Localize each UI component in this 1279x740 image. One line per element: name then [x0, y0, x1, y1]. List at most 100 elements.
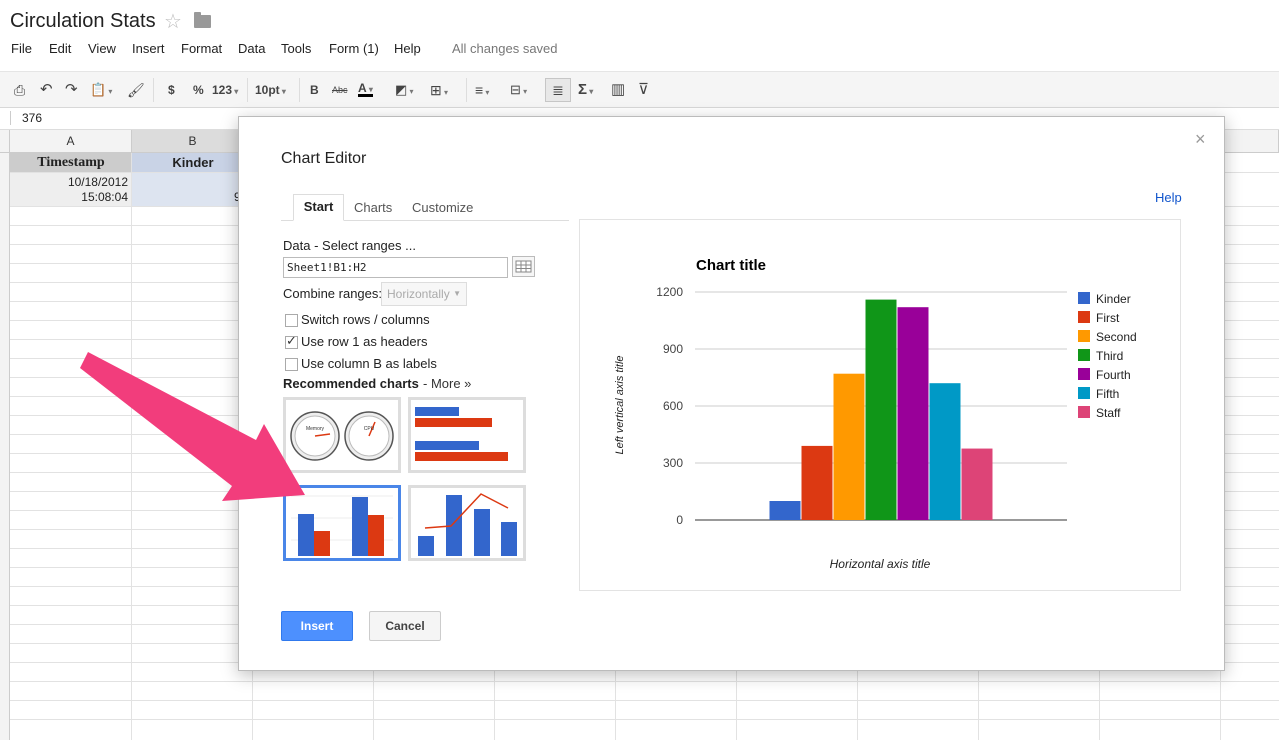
wrap-text-icon[interactable]: ≣: [545, 78, 571, 102]
chart-title: Chart title: [696, 257, 766, 274]
y-tick-label: 900: [663, 342, 683, 356]
data-label: Data - Select ranges ...: [283, 238, 416, 253]
menu-view[interactable]: View: [88, 41, 116, 56]
more-charts-link[interactable]: - More »: [423, 376, 471, 391]
bar-chart-thumbnail[interactable]: [408, 397, 526, 473]
column-chart-thumbnail[interactable]: [283, 485, 401, 561]
number-format-button[interactable]: 123: [212, 81, 238, 99]
menu-file[interactable]: File: [11, 41, 32, 56]
fill-color-icon[interactable]: ◩: [395, 81, 414, 99]
menu-format[interactable]: Format: [181, 41, 222, 56]
data-label-text: Data: [283, 238, 311, 253]
close-icon[interactable]: ×: [1195, 129, 1206, 150]
bold-button[interactable]: B: [310, 81, 319, 99]
toolbar-divider: [153, 78, 154, 102]
toolbar-divider: [466, 78, 467, 102]
align-icon[interactable]: ≡: [475, 81, 489, 99]
y-axis-title: Left vertical axis title: [614, 355, 626, 454]
bar-fourth: [897, 307, 929, 520]
help-link[interactable]: Help: [1155, 190, 1182, 205]
menu-tools[interactable]: Tools: [281, 41, 311, 56]
column-header-a[interactable]: A: [10, 130, 132, 153]
tab-start[interactable]: Start: [293, 194, 344, 221]
gauge-chart-thumbnail[interactable]: Memory CPU: [283, 397, 401, 473]
y-tick-label: 0: [676, 513, 683, 527]
switch-rows-label: Switch rows / columns: [301, 312, 430, 327]
folder-icon[interactable]: [194, 12, 211, 28]
bar-third: [865, 299, 897, 520]
bar-second: [833, 373, 865, 520]
column-header-b[interactable]: B: [132, 130, 254, 153]
document-title[interactable]: Circulation Stats: [10, 10, 156, 33]
bar-kinder: [769, 501, 801, 520]
toolbar: ⎙ ↶ ↷ 📋 🖌 $ % 123 10pt B Abc A ◩ ⊞ ≡ ⊟ ≣…: [0, 71, 1279, 108]
insert-chart-icon[interactable]: ▥: [611, 81, 625, 99]
bar-first: [801, 445, 833, 520]
y-tick-label: 300: [663, 456, 683, 470]
paste-icon[interactable]: 📋: [90, 81, 112, 99]
redo-icon[interactable]: ↷: [65, 81, 78, 99]
paint-format-icon[interactable]: 🖌: [127, 81, 145, 99]
menu-help[interactable]: Help: [394, 41, 421, 56]
percent-button[interactable]: %: [193, 81, 204, 99]
combine-ranges-label: Combine ranges:: [283, 286, 382, 301]
chart-editor-dialog: Chart Editor × Help Start Charts Customi…: [238, 116, 1225, 671]
menu-edit[interactable]: Edit: [49, 41, 71, 56]
chevron-down-icon: ▼: [453, 289, 461, 298]
bar-fifth: [929, 383, 961, 520]
menu-data[interactable]: Data: [238, 41, 265, 56]
y-tick-label: 1200: [656, 285, 683, 299]
y-tick-label: 600: [663, 399, 683, 413]
currency-button[interactable]: $: [168, 81, 175, 99]
use-row1-headers-checkbox[interactable]: ✓: [285, 333, 298, 349]
checkmark-icon: ✓: [286, 333, 297, 348]
select-range-icon[interactable]: [512, 256, 535, 277]
tab-customize[interactable]: Customize: [412, 200, 473, 221]
merge-icon[interactable]: ⊟: [510, 81, 527, 99]
toolbar-divider: [299, 78, 300, 102]
select-ranges-text: - Select ranges ...: [310, 238, 416, 253]
combine-ranges-select[interactable]: Horizontally ▼: [381, 282, 467, 306]
menu-insert[interactable]: Insert: [132, 41, 165, 56]
legend-swatch-fifth: [1078, 387, 1090, 399]
menu-form[interactable]: Form (1): [329, 41, 379, 56]
tab-charts[interactable]: Charts: [354, 200, 392, 221]
row-header-strip[interactable]: [0, 153, 10, 740]
functions-button[interactable]: Σ: [578, 81, 593, 99]
toolbar-divider: [247, 78, 248, 102]
range-input[interactable]: [283, 257, 508, 278]
print-icon[interactable]: ⎙: [14, 81, 25, 99]
filter-icon[interactable]: ⊽: [638, 81, 649, 99]
cancel-button[interactable]: Cancel: [369, 611, 441, 641]
formula-divider: [10, 111, 11, 125]
star-icon[interactable]: ☆: [164, 9, 182, 34]
use-colb-labels-checkbox[interactable]: [285, 358, 298, 371]
x-axis-title: Horizontal axis title: [830, 557, 931, 571]
borders-icon[interactable]: ⊞: [430, 81, 448, 99]
use-row1-headers-label: Use row 1 as headers: [301, 334, 428, 349]
formula-input[interactable]: 376: [22, 111, 42, 125]
legend-label-first: First: [1096, 311, 1120, 325]
header-kinder: Kinder: [172, 155, 214, 170]
legend-label-kinder: Kinder: [1096, 292, 1131, 306]
gauge-cpu-label: CPU: [364, 426, 375, 432]
legend-swatch-first: [1078, 311, 1090, 323]
legend-swatch-staff: [1078, 406, 1090, 418]
corner-cell[interactable]: [0, 130, 10, 153]
strikethrough-button[interactable]: Abc: [332, 81, 348, 99]
text-color-button[interactable]: A: [358, 81, 373, 97]
recommended-charts-label: Recommended charts: [283, 376, 419, 391]
legend-label-staff: Staff: [1096, 406, 1121, 420]
use-colb-labels-label: Use column B as labels: [301, 356, 437, 371]
combo-chart-thumbnail[interactable]: [408, 485, 526, 561]
timestamp-date: 10/18/2012: [67, 175, 128, 189]
insert-button[interactable]: Insert: [281, 611, 353, 641]
font-size-select[interactable]: 10pt: [255, 81, 286, 99]
save-status: All changes saved: [452, 41, 558, 56]
undo-icon[interactable]: ↶: [40, 81, 53, 99]
legend-label-fifth: Fifth: [1096, 387, 1119, 401]
dialog-title: Chart Editor: [281, 150, 367, 167]
legend-swatch-second: [1078, 330, 1090, 342]
switch-rows-checkbox[interactable]: [285, 314, 298, 327]
legend-label-second: Second: [1096, 330, 1137, 344]
